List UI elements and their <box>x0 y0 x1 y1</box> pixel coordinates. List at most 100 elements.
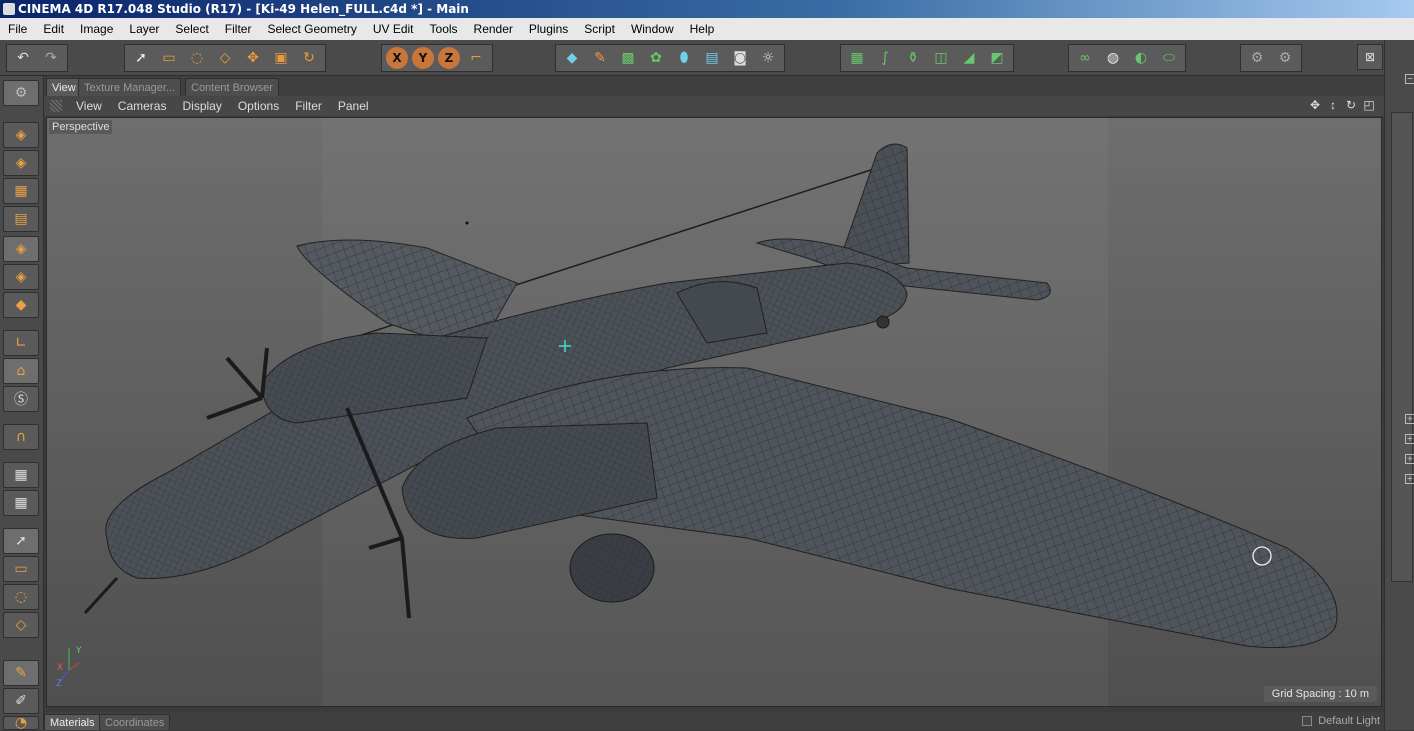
poly-select-icon[interactable]: ◇ <box>3 612 39 638</box>
interactive-render-icon[interactable]: ⚙ <box>1273 46 1297 70</box>
render-tools-group: ⚙ ⚙ <box>1240 44 1302 72</box>
sculpt-icon[interactable]: ▦ <box>845 46 869 70</box>
menu-select[interactable]: Select <box>167 22 216 36</box>
expand-icon[interactable]: + <box>1405 414 1414 424</box>
eyedropper-icon[interactable]: ✐ <box>3 688 39 714</box>
spline-mask-icon[interactable]: ∫ <box>873 46 897 70</box>
y-axis-lock-icon[interactable]: Y <box>412 47 434 69</box>
tab-texture-manager[interactable]: Texture Manager... <box>78 78 182 96</box>
render-settings-icon[interactable]: ⚙ <box>1245 46 1269 70</box>
rectangle-selection-icon[interactable]: ▭ <box>157 46 181 70</box>
expand-icon[interactable]: + <box>1405 474 1414 484</box>
menu-select-geometry[interactable]: Select Geometry <box>259 22 364 36</box>
mograph-tools-group: ▦ ∫ ⚱ ◫ ◢ ◩ <box>840 44 1014 72</box>
coordinate-system-icon[interactable]: ⌐ <box>464 46 488 70</box>
texture-mode-icon[interactable]: ◈ <box>3 150 39 176</box>
expand-icon[interactable]: + <box>1405 454 1414 464</box>
mode-toggle-icon[interactable]: ⚙ <box>3 80 39 106</box>
vase-icon[interactable]: ⚱ <box>901 46 925 70</box>
polygons-mode-icon[interactable]: ◆ <box>3 292 39 318</box>
layout-switch-icon[interactable]: ⊠ <box>1357 44 1383 70</box>
right-side-panel: ⊠ − + + + + <box>1357 40 1414 730</box>
brush-icon[interactable]: ✎ <box>3 660 39 686</box>
viewport-menu-view[interactable]: View <box>68 99 110 113</box>
polygon-selection-icon[interactable]: ◇ <box>213 46 237 70</box>
menu-render[interactable]: Render <box>466 22 521 36</box>
viewport-menu-display[interactable]: Display <box>174 99 229 113</box>
menu-plugins[interactable]: Plugins <box>521 22 576 36</box>
perspective-viewport[interactable]: X Y Z Perspective Grid Spacing : 10 m <box>46 117 1382 707</box>
selection-arrow-icon[interactable]: ➚ <box>3 528 39 554</box>
fill-icon[interactable]: ◔ <box>3 715 39 731</box>
texture-axis-icon[interactable]: ▦ <box>3 178 39 204</box>
default-light-toggle[interactable]: Default Light <box>1302 713 1380 729</box>
edges-mode-icon[interactable]: ◈ <box>3 264 39 290</box>
lock-workplane-icon[interactable]: ▦ <box>3 462 39 488</box>
pan-icon[interactable]: ✥ <box>1308 98 1322 112</box>
viewport-menu-bar: View Cameras Display Options Filter Pane… <box>44 96 1384 116</box>
viewport-menu-panel[interactable]: Panel <box>330 99 377 113</box>
menu-uv-edit[interactable]: UV Edit <box>365 22 422 36</box>
metaball-icon[interactable]: ∞ <box>1073 46 1097 70</box>
cube-icon[interactable]: ◆ <box>560 46 584 70</box>
tab-materials[interactable]: Materials <box>44 714 101 730</box>
menu-help[interactable]: Help <box>682 22 723 36</box>
sweep-icon[interactable]: ◢ <box>957 46 981 70</box>
deformer-icon[interactable]: ⬮ <box>672 46 696 70</box>
aircraft-wireframe-model[interactable]: X Y Z <box>47 118 1382 707</box>
menu-filter[interactable]: Filter <box>217 22 260 36</box>
magnet-icon[interactable]: ∩ <box>3 424 39 450</box>
workplane-icon[interactable]: ▤ <box>3 206 39 232</box>
subdivision-surface-icon[interactable]: ▩ <box>616 46 640 70</box>
move-icon[interactable]: ✥ <box>241 46 265 70</box>
menu-file[interactable]: File <box>0 22 35 36</box>
maximize-view-icon[interactable]: ◰ <box>1362 98 1376 112</box>
tweak-mode-icon[interactable]: ⌂ <box>3 358 39 384</box>
menu-tools[interactable]: Tools <box>422 22 466 36</box>
redo-icon[interactable]: ↷ <box>39 46 63 70</box>
undo-icon[interactable]: ↶ <box>11 46 35 70</box>
collapse-icon[interactable]: − <box>1405 74 1414 84</box>
tab-view[interactable]: View <box>46 78 82 96</box>
default-light-checkbox[interactable] <box>1302 716 1313 726</box>
camera-icon[interactable]: ◙ <box>728 46 752 70</box>
planar-workplane-icon[interactable]: ▦ <box>3 490 39 516</box>
loft-icon[interactable]: ◩ <box>985 46 1009 70</box>
lasso-select-icon[interactable]: ◌ <box>3 584 39 610</box>
lasso-selection-icon[interactable]: ◌ <box>185 46 209 70</box>
connect-icon[interactable]: ⬭ <box>1157 46 1181 70</box>
menu-edit[interactable]: Edit <box>35 22 72 36</box>
expand-icon[interactable]: + <box>1405 434 1414 444</box>
viewport-menu-cameras[interactable]: Cameras <box>110 99 175 113</box>
symmetry-icon[interactable]: ◐ <box>1129 46 1153 70</box>
boole-icon[interactable]: ◍ <box>1101 46 1125 70</box>
rect-select-icon[interactable]: ▭ <box>3 556 39 582</box>
zoom-icon[interactable]: ↕ <box>1326 98 1340 112</box>
menu-image[interactable]: Image <box>72 22 121 36</box>
nose-gun <box>83 576 119 615</box>
extrude-icon[interactable]: ◫ <box>929 46 953 70</box>
z-axis-lock-icon[interactable]: Z <box>438 47 460 69</box>
tab-content-browser[interactable]: Content Browser <box>185 78 279 96</box>
viewport-menu-options[interactable]: Options <box>230 99 287 113</box>
light-icon[interactable]: ☼ <box>756 46 780 70</box>
points-mode-icon[interactable]: ◈ <box>3 236 39 262</box>
grip-icon[interactable] <box>50 100 62 112</box>
menu-layer[interactable]: Layer <box>121 22 167 36</box>
viewport-menu-filter[interactable]: Filter <box>287 99 330 113</box>
menu-window[interactable]: Window <box>623 22 682 36</box>
orbit-icon[interactable]: ↻ <box>1344 98 1358 112</box>
object-manager-strip[interactable] <box>1391 112 1413 582</box>
scale-icon[interactable]: ▣ <box>269 46 293 70</box>
axis-mode-icon[interactable]: ∟ <box>3 330 39 356</box>
live-selection-icon[interactable]: ➚ <box>129 46 153 70</box>
x-axis-lock-icon[interactable]: X <box>386 47 408 69</box>
tab-coordinates[interactable]: Coordinates <box>99 714 171 730</box>
array-icon[interactable]: ✿ <box>644 46 668 70</box>
pen-spline-icon[interactable]: ✎ <box>588 46 612 70</box>
snap-icon[interactable]: Ⓢ <box>3 386 39 412</box>
model-mode-icon[interactable]: ◈ <box>3 122 39 148</box>
menu-script[interactable]: Script <box>576 22 623 36</box>
floor-icon[interactable]: ▤ <box>700 46 724 70</box>
rotate-icon[interactable]: ↻ <box>297 46 321 70</box>
